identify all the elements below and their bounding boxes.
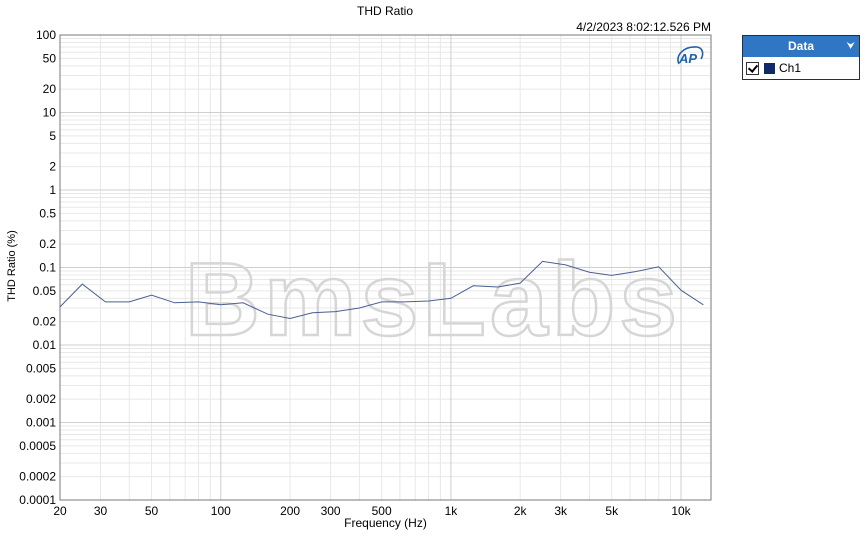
legend-panel[interactable]: Data ⮟ Ch1 — [742, 35, 860, 80]
series-ch1-point — [104, 301, 106, 303]
series-ch1-point — [658, 266, 660, 268]
y-axis-label: THD Ratio (%) — [6, 230, 18, 302]
series-ch1-point — [220, 304, 222, 306]
y-tick-label: 20 — [43, 82, 57, 96]
series-ch1-point — [334, 310, 336, 312]
y-tick-label: 100 — [36, 28, 56, 42]
series-ch1-point — [267, 313, 269, 315]
series-ch1-point — [197, 301, 199, 303]
series-ch1-point — [519, 282, 521, 284]
y-tick-label: 0.0001 — [19, 493, 56, 507]
y-tick-label: 1 — [49, 183, 56, 197]
series-ch1-point — [242, 302, 244, 304]
series-ch1-point — [564, 264, 566, 266]
series-ch1-point — [380, 301, 382, 303]
legend-swatch-ch1 — [764, 62, 775, 74]
y-tick-label: 0.5 — [39, 206, 56, 220]
checkbox-ch1[interactable] — [746, 61, 759, 75]
ap-logo: AP — [673, 44, 705, 70]
pin-icon[interactable]: ⮟ — [847, 36, 856, 57]
y-tick-label: 50 — [43, 51, 57, 65]
y-tick-label: 0.0002 — [19, 470, 56, 484]
y-tick-label: 0.2 — [39, 237, 56, 251]
y-tick-label: 0.05 — [33, 284, 57, 298]
series-ch1-point — [173, 302, 175, 304]
series-ch1-point — [702, 304, 704, 306]
series-ch1-point — [588, 271, 590, 273]
series-ch1-point — [680, 289, 682, 291]
plot-area[interactable]: BmsLabs 20 30 50 100 200 300 500 1k 2k 3k 5k 10k 10… — [0, 0, 863, 536]
legend-header[interactable]: Data ⮟ — [743, 36, 859, 57]
series-ch1-point — [472, 285, 474, 287]
y-tick-label: 0.005 — [26, 361, 56, 375]
series-ch1-point — [611, 274, 613, 276]
y-tick-label: 0.02 — [33, 315, 57, 329]
series-ch1-point — [541, 260, 543, 262]
series-ch1-point — [289, 317, 291, 319]
x-axis-label: Frequency (Hz) — [344, 516, 427, 530]
series-ch1-point — [404, 301, 406, 303]
series-ch1-point — [358, 307, 360, 309]
y-tick-label: 2 — [49, 160, 56, 174]
series-ch1-point — [59, 306, 61, 308]
series-ch1-point — [311, 312, 313, 314]
y-tick-label: 10 — [43, 106, 57, 120]
series-ch1-point — [128, 301, 130, 303]
y-tick-labels: 100 50 20 10 5 2 1 0.5 0.2 0.1 0.05 0.02 0.01 0.005 0.… — [19, 28, 56, 507]
y-tick-label: 0.1 — [39, 261, 56, 275]
series-ch1-point — [634, 271, 636, 273]
y-tick-label: 0.001 — [26, 416, 56, 430]
legend-label-ch1: Ch1 — [779, 61, 802, 75]
y-tick-label: 0.002 — [26, 392, 56, 406]
series-ch1-point — [150, 294, 152, 296]
y-tick-label: 5 — [49, 129, 56, 143]
ap-logo-text: AP — [678, 51, 697, 66]
legend-item-ch1[interactable]: Ch1 — [743, 57, 859, 79]
series-ch1-point — [497, 286, 499, 288]
series-ch1-point — [81, 283, 83, 285]
y-tick-label: 0.01 — [33, 338, 57, 352]
legend-header-label: Data — [787, 39, 814, 53]
y-tick-label: 0.0005 — [19, 439, 56, 453]
series-ch1-point — [450, 297, 452, 299]
series-ch1-point — [427, 300, 429, 302]
